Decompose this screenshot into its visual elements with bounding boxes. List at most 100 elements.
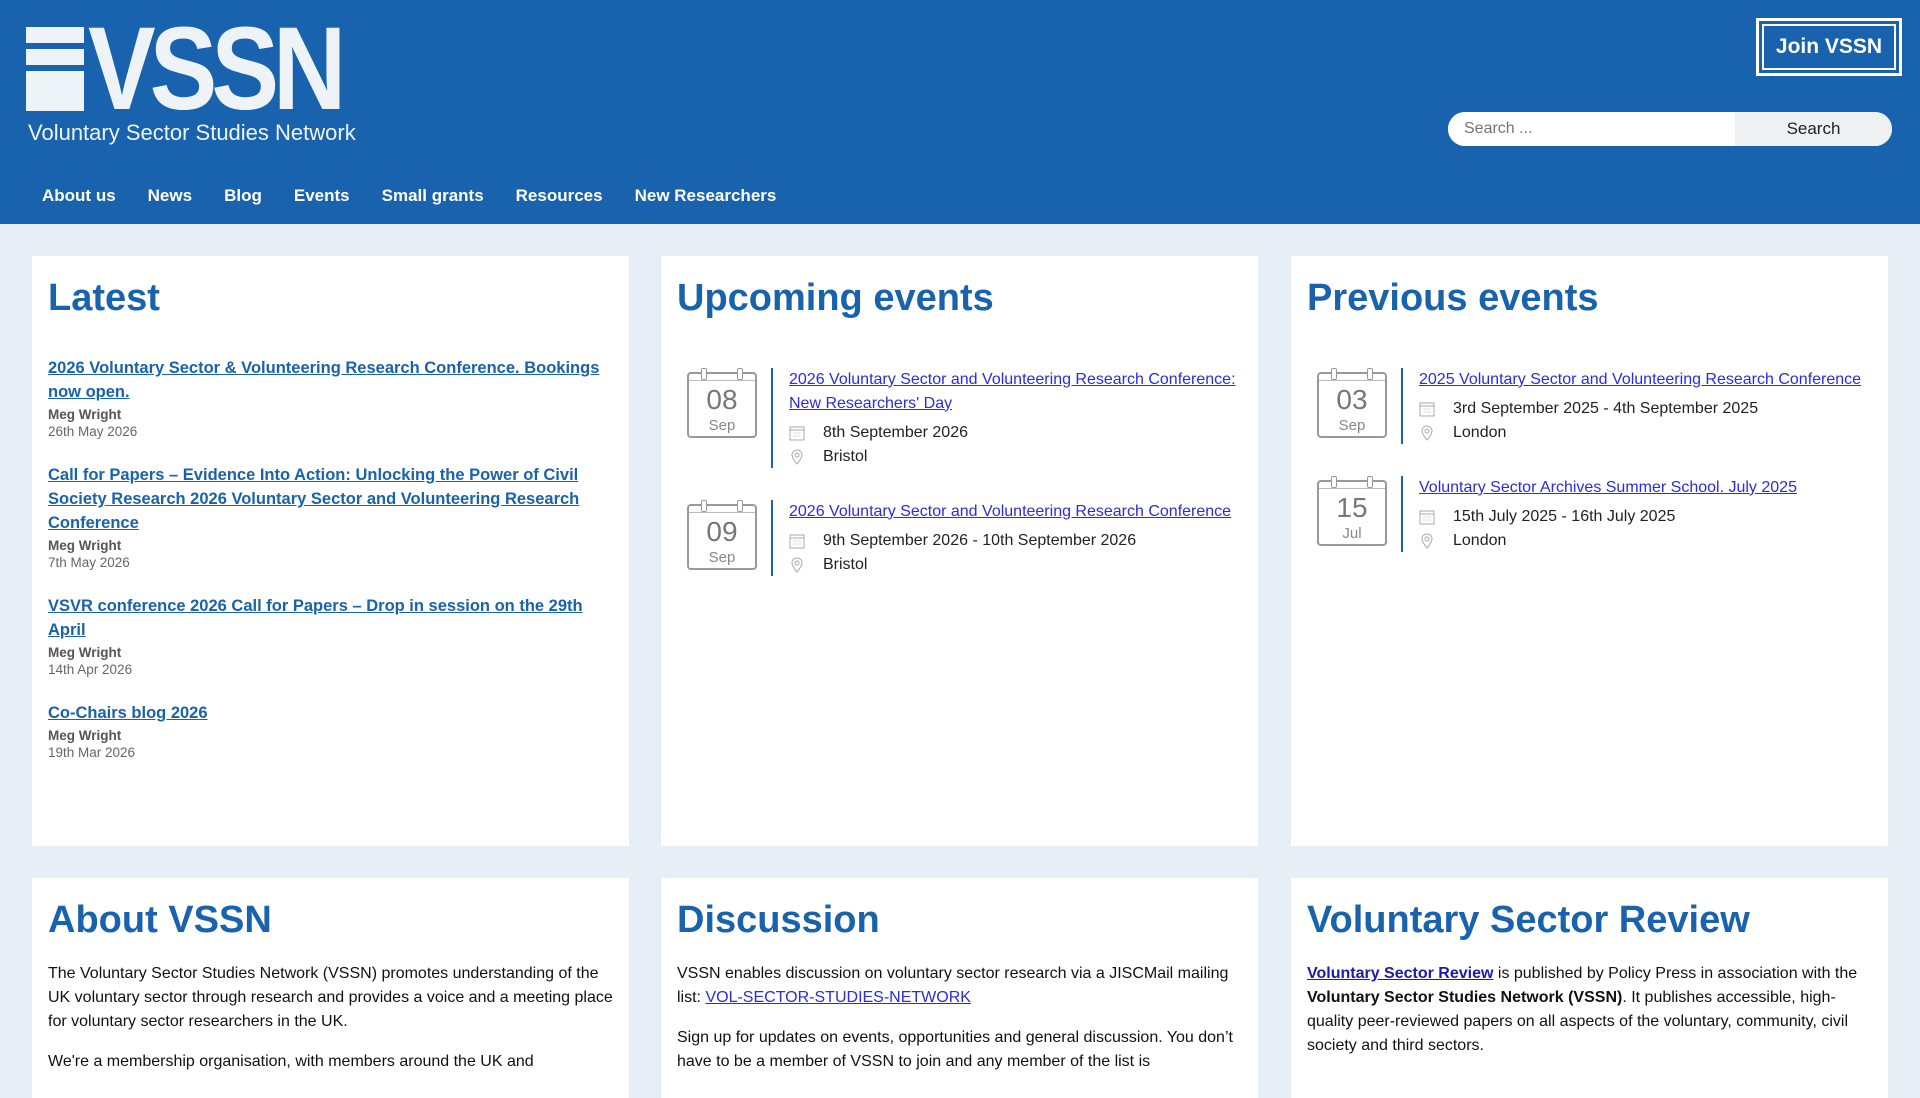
event-dates: 3rd September 2025 - 4th September 2025: [1453, 399, 1759, 417]
nav-resources[interactable]: Resources: [516, 186, 603, 206]
event-month: Sep: [708, 548, 736, 566]
event-details: Voluntary Sector Archives Summer School.…: [1401, 475, 1872, 552]
upcoming-event-list: 08 Sep 2026 Voluntary Sector and Volunte…: [677, 367, 1242, 576]
event-location-row: London: [1419, 424, 1872, 442]
event-dates-row: 9th September 2026 - 10th September 2026: [789, 532, 1242, 550]
site-header: VSSN Voluntary Sector Studies Network Jo…: [0, 0, 1920, 224]
event-item: 09 Sep 2026 Voluntary Sector and Volunte…: [677, 499, 1242, 576]
post-author: Meg Wright: [48, 727, 122, 743]
vsr-card: Voluntary Sector Review Voluntary Sector…: [1291, 878, 1888, 1098]
post-title-link[interactable]: 2026 Voluntary Sector & Volunteering Res…: [48, 356, 613, 404]
logo-bars-icon: [26, 27, 84, 111]
event-details: 2025 Voluntary Sector and Volunteering R…: [1401, 367, 1872, 444]
event-title-link[interactable]: 2026 Voluntary Sector and Volunteering R…: [789, 500, 1242, 524]
list-item: VSVR conference 2026 Call for Papers – D…: [48, 594, 613, 677]
event-location: Bristol: [823, 555, 868, 573]
logo-text: VSSN: [88, 3, 346, 135]
join-button[interactable]: Join VSSN: [1756, 18, 1902, 76]
search-input[interactable]: [1448, 112, 1735, 146]
logo-subtitle: Voluntary Sector Studies Network: [28, 120, 356, 145]
about-heading: About VSSN: [48, 899, 272, 941]
event-dates: 9th September 2026 - 10th September 2026: [823, 531, 1137, 549]
join-button-label: Join VSSN: [1762, 24, 1896, 70]
event-location: London: [1453, 423, 1507, 441]
event-dates: 15th July 2025 - 16th July 2025: [1453, 507, 1676, 525]
event-dates-row: 3rd September 2025 - 4th September 2025: [1419, 400, 1872, 418]
event-title-link[interactable]: 2026 Voluntary Sector and Volunteering R…: [789, 368, 1242, 416]
event-day: 15: [1336, 491, 1368, 523]
mailing-list-link[interactable]: VOL-SECTOR-STUDIES-NETWORK: [705, 989, 971, 1006]
search-form: Search: [1448, 112, 1892, 146]
discussion-paragraph-2: Sign up for updates on events, opportuni…: [677, 1028, 1233, 1070]
event-location-row: Bristol: [789, 448, 1242, 466]
event-month: Sep: [1338, 416, 1366, 434]
post-date: 26th May 2026: [48, 423, 138, 439]
event-location: Bristol: [823, 447, 868, 465]
post-author: Meg Wright: [48, 644, 122, 660]
event-location-row: Bristol: [789, 556, 1242, 574]
event-location: London: [1453, 531, 1507, 549]
calendar-icon: [789, 426, 805, 441]
event-day: 08: [706, 383, 738, 415]
nav-new-researchers[interactable]: New Researchers: [635, 186, 777, 206]
latest-post-list: 2026 Voluntary Sector & Volunteering Res…: [48, 356, 613, 760]
event-item: 15 Jul Voluntary Sector Archives Summer …: [1307, 475, 1872, 552]
calendar-date-icon: 03 Sep: [1317, 367, 1387, 438]
calendar-icon: [1419, 402, 1435, 417]
event-dates-row: 8th September 2026: [789, 424, 1242, 442]
calendar-date-icon: 08 Sep: [687, 367, 757, 438]
location-pin-icon: [791, 557, 803, 573]
post-date: 19th Mar 2026: [48, 744, 136, 760]
previous-events-card: Previous events 03 Sep 2025 Voluntary Se…: [1291, 256, 1888, 846]
post-title-link[interactable]: Co-Chairs blog 2026: [48, 701, 613, 725]
vsr-bold-text: Voluntary Sector Studies Network (VSSN): [1307, 988, 1623, 1006]
discussion-paragraph-1: VSSN enables discussion on voluntary sec…: [677, 962, 1242, 1010]
nav-about-us[interactable]: About us: [42, 186, 116, 206]
event-details: 2026 Voluntary Sector and Volunteering R…: [771, 499, 1242, 576]
calendar-date-icon: 09 Sep: [687, 499, 757, 570]
discussion-card: Discussion VSSN enables discussion on vo…: [661, 878, 1258, 1098]
event-title-link[interactable]: 2025 Voluntary Sector and Volunteering R…: [1419, 368, 1872, 392]
event-location-row: London: [1419, 532, 1872, 550]
list-item: Co-Chairs blog 2026 Meg Wright 19th Mar …: [48, 701, 613, 760]
nav-blog[interactable]: Blog: [224, 186, 262, 206]
event-dates-row: 15th July 2025 - 16th July 2025: [1419, 508, 1872, 526]
event-day: 03: [1336, 383, 1368, 415]
post-title-link[interactable]: VSVR conference 2026 Call for Papers – D…: [48, 594, 613, 642]
event-dates: 8th September 2026: [823, 423, 968, 441]
nav-small-grants[interactable]: Small grants: [382, 186, 484, 206]
previous-event-list: 03 Sep 2025 Voluntary Sector and Volunte…: [1307, 367, 1872, 552]
post-author: Meg Wright: [48, 406, 122, 422]
vsr-paragraph: Voluntary Sector Review is published by …: [1307, 962, 1872, 1058]
post-author: Meg Wright: [48, 537, 122, 553]
list-item: Call for Papers – Evidence Into Action: …: [48, 463, 613, 570]
vssn-logo[interactable]: VSSN Voluntary Sector Studies Network: [26, 10, 356, 146]
latest-heading-link[interactable]: Latest: [48, 277, 160, 319]
discussion-heading: Discussion: [677, 899, 880, 941]
search-button[interactable]: Search: [1735, 112, 1892, 146]
event-item: 03 Sep 2025 Voluntary Sector and Volunte…: [1307, 367, 1872, 444]
event-item: 08 Sep 2026 Voluntary Sector and Volunte…: [677, 367, 1242, 468]
event-details: 2026 Voluntary Sector and Volunteering R…: [771, 367, 1242, 468]
location-pin-icon: [1421, 425, 1433, 441]
location-pin-icon: [791, 449, 803, 465]
location-pin-icon: [1421, 533, 1433, 549]
vsr-heading: Voluntary Sector Review: [1307, 899, 1750, 941]
calendar-icon: [1419, 510, 1435, 525]
post-date: 7th May 2026: [48, 554, 130, 570]
vsr-text-a: is published by Policy Press in associat…: [1493, 964, 1858, 982]
about-paragraph-1: The Voluntary Sector Studies Network (VS…: [48, 964, 613, 1030]
nav-events[interactable]: Events: [294, 186, 350, 206]
upcoming-events-heading: Upcoming events: [677, 277, 994, 319]
event-month: Sep: [708, 416, 736, 434]
main-nav: About us News Blog Events Small grants R…: [26, 186, 792, 206]
list-item: 2026 Voluntary Sector & Volunteering Res…: [48, 356, 613, 439]
event-day: 09: [706, 515, 738, 547]
event-month: Jul: [1342, 524, 1362, 542]
nav-news[interactable]: News: [148, 186, 192, 206]
post-date: 14th Apr 2026: [48, 661, 133, 677]
vsr-journal-link[interactable]: Voluntary Sector Review: [1307, 965, 1493, 982]
post-title-link[interactable]: Call for Papers – Evidence Into Action: …: [48, 463, 613, 535]
event-title-link[interactable]: Voluntary Sector Archives Summer School.…: [1419, 476, 1872, 500]
latest-heading: Latest: [48, 276, 613, 322]
